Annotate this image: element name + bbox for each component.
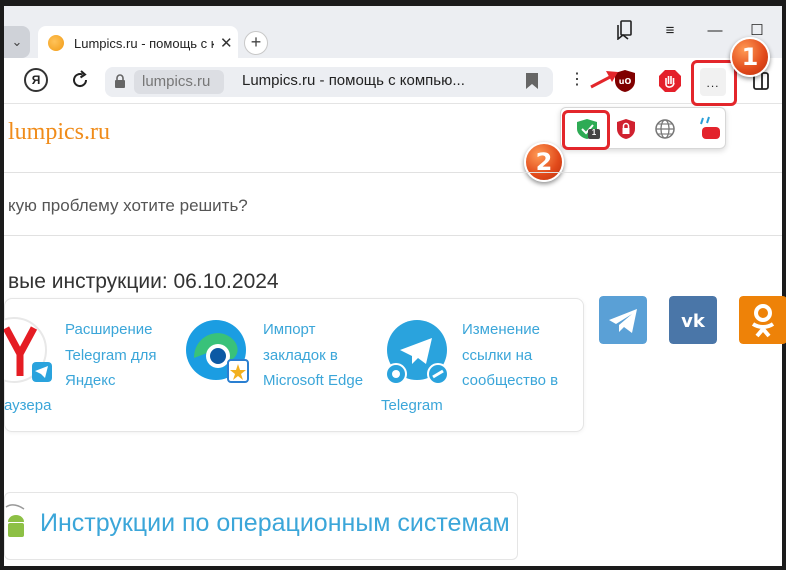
address-page-title[interactable]: Lumpics.ru - помощь с компью... (242, 72, 465, 89)
telegram-social-icon[interactable] (599, 296, 647, 344)
card-text[interactable]: Telegram для (65, 343, 177, 369)
bookmarks-icon[interactable] (616, 20, 634, 40)
card-text[interactable]: Telegram (381, 393, 443, 419)
os-section-title[interactable]: Инструкции по операционным системам (40, 509, 510, 538)
tab-close-icon[interactable]: ✕ (220, 34, 233, 52)
card-text[interactable]: Расширение (65, 317, 177, 343)
step2-highlight (562, 110, 610, 150)
card-text[interactable]: ссылки на (462, 343, 577, 369)
card-text[interactable]: закладок в (263, 343, 378, 369)
card-edge-bookmarks[interactable]: Импорт закладок в Microsoft Edge (263, 317, 378, 394)
red-extension-icon[interactable] (698, 116, 722, 142)
browser-window: ⌄ Lumpics.ru - помощь с к ✕ + ≡ — ☐ Я lu… (0, 0, 786, 570)
favicon-icon (48, 35, 64, 51)
card-text[interactable]: Microsoft Edge (263, 368, 378, 394)
tab-title: Lumpics.ru - помощь с к (74, 35, 214, 51)
minimize-button[interactable]: — (704, 20, 726, 42)
card-text[interactable]: Яндекс (65, 368, 177, 394)
new-tab-button[interactable]: + (244, 31, 268, 55)
card-text[interactable]: Импорт (263, 317, 378, 343)
lock-icon[interactable] (114, 74, 126, 88)
adblock-icon[interactable] (658, 69, 682, 93)
card-yandex-telegram[interactable]: Расширение Telegram для Яндекс (65, 317, 177, 394)
yandex-button[interactable]: Я (24, 68, 48, 92)
vk-social-icon[interactable]: vk (669, 296, 717, 344)
site-search-input[interactable]: кую проблему хотите решить? (4, 172, 782, 236)
card-text[interactable]: сообщество в (462, 368, 577, 394)
section-title: вые инструкции: 06.10.2024 (8, 270, 279, 293)
reload-icon[interactable] (70, 70, 90, 90)
yandex-telegram-icon[interactable] (4, 314, 56, 386)
step1-badge: 1 (730, 37, 770, 77)
tab-lumpics[interactable]: Lumpics.ru - помощь с к ✕ (38, 26, 238, 60)
browser-menu-icon[interactable]: ≡ (659, 20, 681, 42)
android-icon (5, 504, 25, 537)
globe-icon[interactable] (654, 118, 676, 140)
microsoft-edge-icon[interactable] (184, 318, 252, 386)
domain-chip[interactable]: lumpics.ru (134, 70, 224, 94)
more-menu-icon[interactable]: ⋮ (565, 68, 589, 92)
bookmark-icon[interactable] (525, 72, 539, 90)
shield-lock-icon[interactable] (615, 118, 637, 140)
tab-list-chevron-icon[interactable]: ⌄ (4, 26, 30, 58)
telegram-settings-icon[interactable] (384, 318, 450, 386)
step1-arrow-icon (590, 71, 618, 89)
svg-text:vk: vk (681, 311, 706, 332)
ok-social-icon[interactable] (739, 296, 786, 344)
card-telegram-link[interactable]: Изменение ссылки на сообщество в (462, 317, 577, 394)
step1-highlight (691, 60, 737, 106)
card-text[interactable]: аузера (4, 393, 51, 419)
site-logo[interactable]: lumpics.ru (8, 119, 110, 146)
card-text[interactable]: Изменение (462, 317, 577, 343)
